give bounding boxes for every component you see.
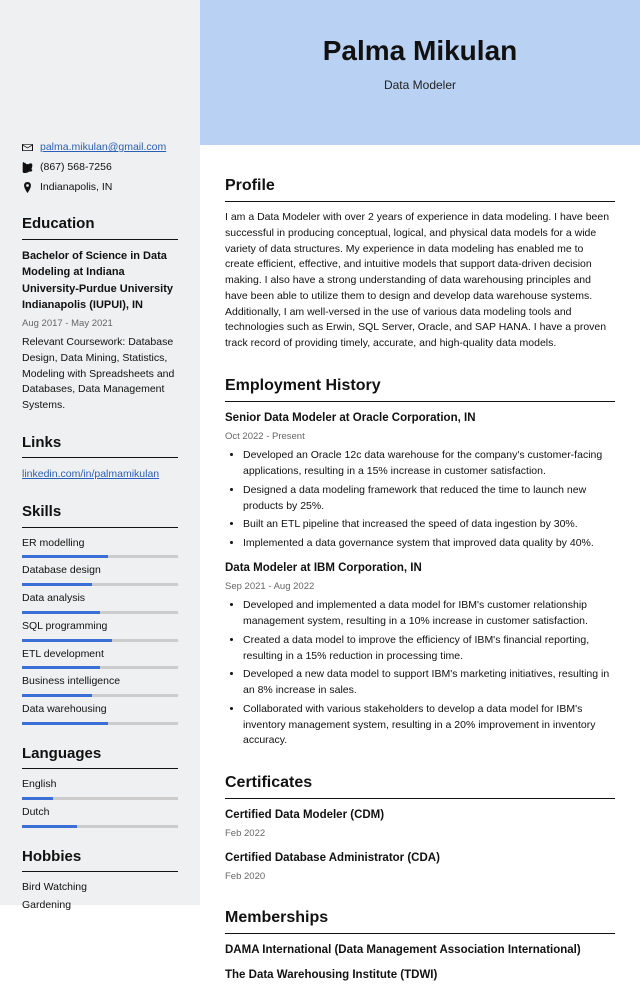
- skill-item: English: [22, 777, 178, 800]
- skill-item: Business intelligence: [22, 674, 178, 697]
- profile-heading: Profile: [225, 174, 615, 198]
- divider: [225, 201, 615, 202]
- job-bullet: Designed a data modeling framework that …: [243, 483, 615, 515]
- contact-email[interactable]: palma.mikulan@gmail.com: [40, 140, 166, 156]
- skill-bar: [22, 611, 178, 614]
- education-heading: Education: [22, 213, 178, 236]
- links-heading: Links: [22, 432, 178, 455]
- certificates-heading: Certificates: [225, 771, 615, 795]
- contact-location-row: Indianapolis, IN: [22, 180, 178, 196]
- job-title: Data Modeler at IBM Corporation, IN: [225, 560, 615, 577]
- job-title: Senior Data Modeler at Oracle Corporatio…: [225, 410, 615, 427]
- job-bullet: Developed and implemented a data model f…: [243, 598, 615, 630]
- sidebar: palma.mikulan@gmail.com (867) 568-7256 I…: [0, 0, 200, 905]
- contact-email-row: palma.mikulan@gmail.com: [22, 140, 178, 156]
- membership-item: The Data Warehousing Institute (TDWI): [225, 967, 615, 984]
- contact-phone-row: (867) 568-7256: [22, 160, 178, 176]
- divider: [225, 798, 615, 799]
- person-name: Palma Mikulan: [225, 30, 615, 72]
- skill-bar: [22, 797, 178, 800]
- hobby-item: Gardening: [22, 898, 178, 914]
- skill-bar-fill: [22, 555, 108, 558]
- skill-bar: [22, 722, 178, 725]
- education-degree: Bachelor of Science in Data Modeling at …: [22, 248, 178, 314]
- divider: [22, 457, 178, 458]
- skill-bar: [22, 825, 178, 828]
- hobbies-heading: Hobbies: [22, 846, 178, 869]
- divider: [22, 239, 178, 240]
- divider: [22, 871, 178, 872]
- job-bullet: Built an ETL pipeline that increased the…: [243, 517, 615, 533]
- employment-heading: Employment History: [225, 374, 615, 398]
- skill-bar-fill: [22, 611, 100, 614]
- skill-item: ETL development: [22, 647, 178, 670]
- skill-bar-fill: [22, 583, 92, 586]
- skill-bar-fill: [22, 666, 100, 669]
- memberships-heading: Memberships: [225, 906, 615, 930]
- skill-bar-fill: [22, 722, 108, 725]
- skill-name: Data analysis: [22, 591, 178, 611]
- skill-item: Data warehousing: [22, 702, 178, 725]
- job-bullet: Collaborated with various stakeholders t…: [243, 702, 615, 749]
- certificate-title: Certified Data Modeler (CDM): [225, 807, 615, 824]
- skill-item: ER modelling: [22, 536, 178, 559]
- skill-item: Dutch: [22, 805, 178, 828]
- job-dates: Sep 2021 - Aug 2022: [225, 580, 615, 594]
- skill-bar: [22, 639, 178, 642]
- job-bullet: Created a data model to improve the effi…: [243, 633, 615, 665]
- skill-name: ER modelling: [22, 536, 178, 556]
- location-icon: [22, 182, 33, 193]
- skill-bar-fill: [22, 825, 77, 828]
- hobby-item: Bird Watching: [22, 880, 178, 896]
- skill-bar-fill: [22, 694, 92, 697]
- languages-heading: Languages: [22, 743, 178, 766]
- skill-bar: [22, 694, 178, 697]
- skill-name: English: [22, 777, 178, 797]
- phone-icon: [22, 162, 33, 173]
- membership-item: DAMA International (Data Management Asso…: [225, 942, 615, 959]
- profile-text: I am a Data Modeler with over 2 years of…: [225, 210, 615, 352]
- divider: [22, 527, 178, 528]
- job-dates: Oct 2022 - Present: [225, 430, 615, 444]
- divider: [225, 401, 615, 402]
- certificate-title: Certified Database Administrator (CDA): [225, 850, 615, 867]
- job-bullet: Developed a new data model to support IB…: [243, 667, 615, 699]
- external-link[interactable]: linkedin.com/in/palmamikulan: [22, 468, 159, 480]
- skill-name: Dutch: [22, 805, 178, 825]
- education-coursework: Relevant Coursework: Database Design, Da…: [22, 335, 178, 414]
- skills-heading: Skills: [22, 501, 178, 524]
- skill-bar: [22, 555, 178, 558]
- skill-item: SQL programming: [22, 619, 178, 642]
- person-title: Data Modeler: [225, 76, 615, 94]
- certificate-dates: Feb 2022: [225, 827, 615, 841]
- contact-phone: (867) 568-7256: [40, 160, 112, 176]
- skill-bar-fill: [22, 797, 53, 800]
- education-dates: Aug 2017 - May 2021: [22, 317, 178, 331]
- skill-item: Database design: [22, 563, 178, 586]
- skill-item: Data analysis: [22, 591, 178, 614]
- divider: [22, 768, 178, 769]
- certificate-dates: Feb 2020: [225, 870, 615, 884]
- skill-bar: [22, 666, 178, 669]
- skill-name: Business intelligence: [22, 674, 178, 694]
- skill-bar-fill: [22, 639, 112, 642]
- envelope-icon: [22, 142, 33, 153]
- job-bullets: Developed and implemented a data model f…: [243, 598, 615, 749]
- job-bullet: Implemented a data governance system tha…: [243, 536, 615, 552]
- contact-location: Indianapolis, IN: [40, 180, 112, 196]
- job-bullet: Developed an Oracle 12c data warehouse f…: [243, 448, 615, 480]
- skill-name: SQL programming: [22, 619, 178, 639]
- header-block: Palma Mikulan Data Modeler: [225, 30, 615, 94]
- skill-name: ETL development: [22, 647, 178, 667]
- job-bullets: Developed an Oracle 12c data warehouse f…: [243, 448, 615, 552]
- main-content: Palma Mikulan Data Modeler Profile I am …: [200, 0, 640, 905]
- skill-name: Database design: [22, 563, 178, 583]
- divider: [225, 933, 615, 934]
- contact-list: palma.mikulan@gmail.com (867) 568-7256 I…: [22, 140, 178, 195]
- skill-bar: [22, 583, 178, 586]
- skill-name: Data warehousing: [22, 702, 178, 722]
